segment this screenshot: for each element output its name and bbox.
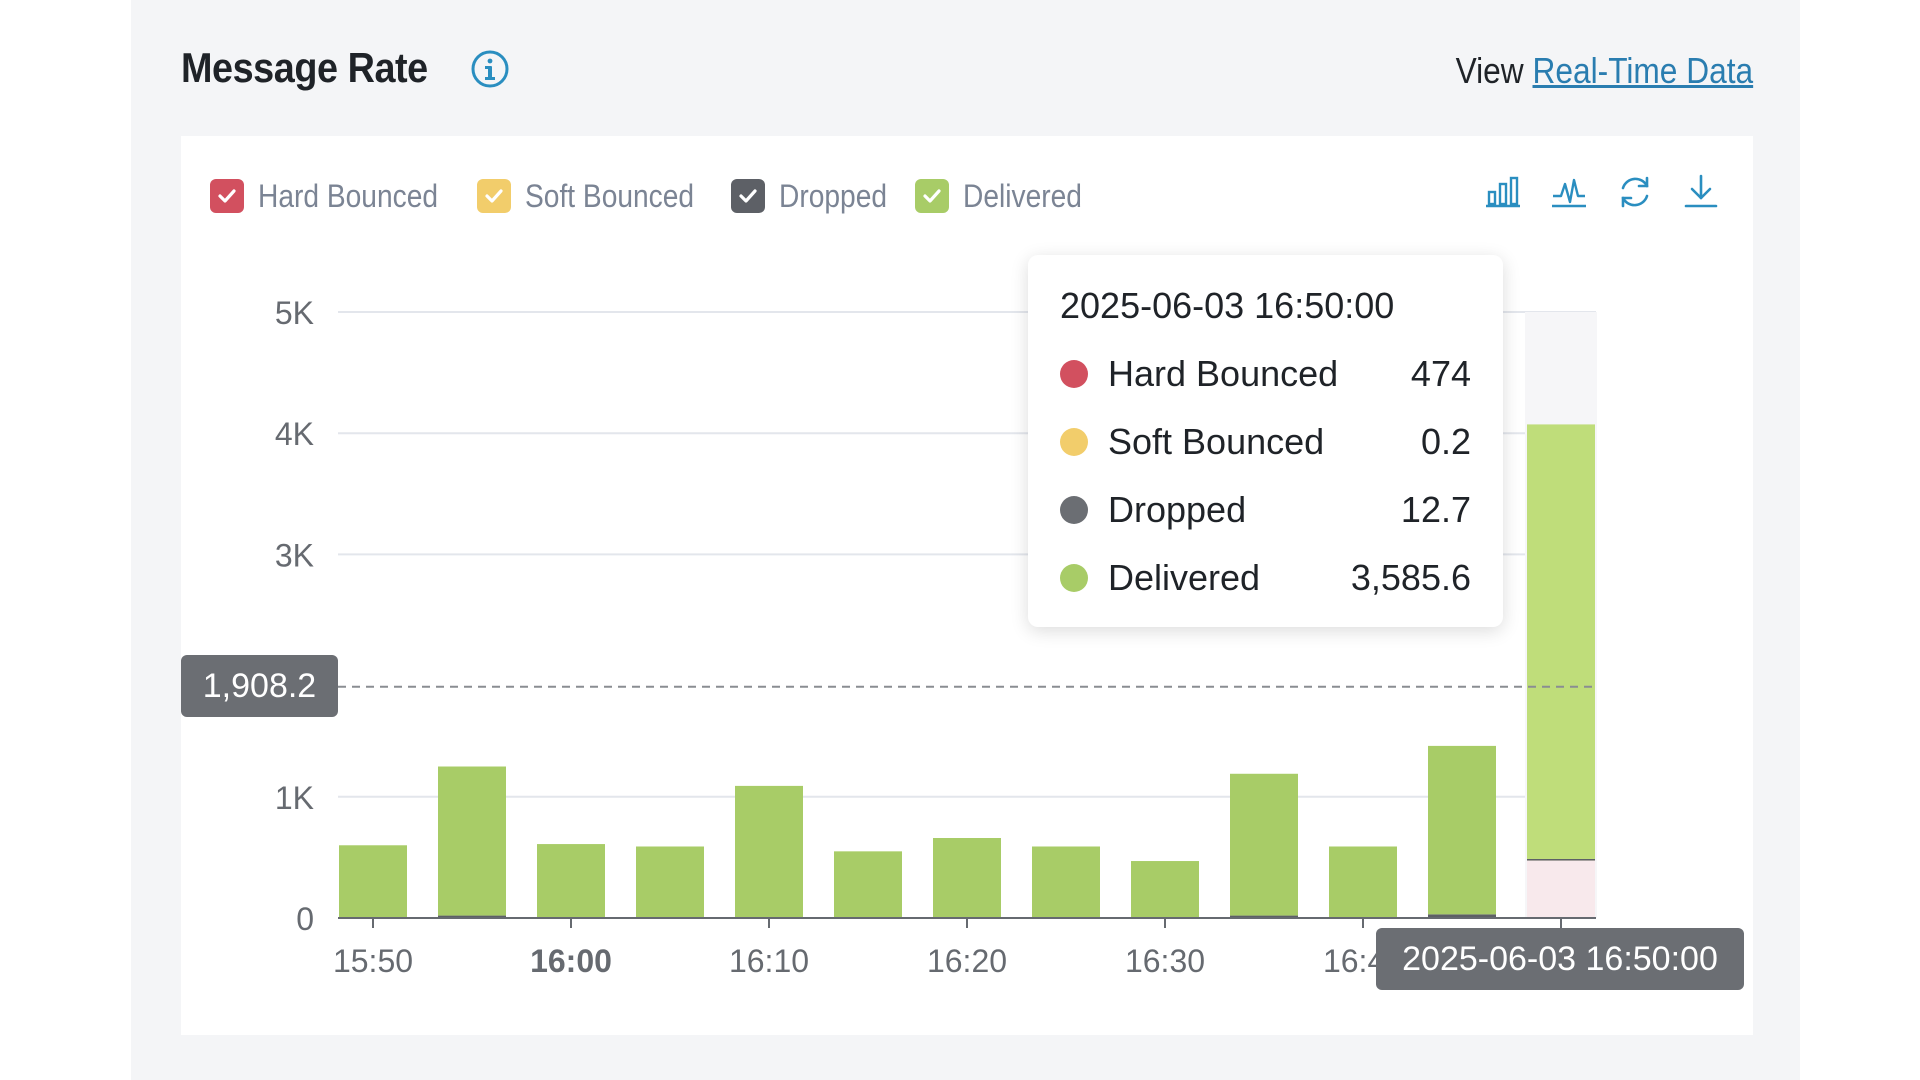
series-dot-icon: [1060, 564, 1088, 592]
tooltip-row: Hard Bounced 474: [1060, 352, 1471, 396]
bar: [636, 846, 704, 918]
y-tick-label: 1K: [275, 780, 314, 816]
message-rate-chart: 01K3K4K5K15:50 16:00 16:10 16:20 16:30 16:40: [275, 295, 1597, 979]
tooltip-time: 2025-06-03 16:50:00: [1060, 285, 1395, 326]
crosshair-x-label: 2025-06-03 16:50:00: [1376, 928, 1744, 990]
series-dot-icon: [1060, 496, 1088, 524]
tooltip-series-name: Soft Bounced: [1108, 421, 1325, 462]
y-tick-label: 0: [296, 901, 314, 937]
y-tick-label: 3K: [275, 537, 314, 573]
x-tick-label: 16:00: [530, 943, 612, 979]
bar: [438, 766, 506, 916]
x-tick-label: 15:50: [333, 943, 413, 979]
series-dot-icon: [1060, 428, 1088, 456]
bar: [1329, 846, 1397, 918]
bar: [933, 838, 1001, 918]
bar: [339, 845, 407, 918]
y-tick-label: 4K: [275, 416, 314, 452]
bar: [1131, 861, 1199, 918]
tooltip-series-name: Hard Bounced: [1108, 353, 1339, 394]
tooltip-series-value: 12.7: [1400, 489, 1471, 530]
x-tick-label: 16:20: [927, 943, 1007, 979]
bar: [537, 844, 605, 918]
tooltip-row: Delivered 3,585.6: [1060, 556, 1471, 600]
tooltip-series-value: 0.2: [1420, 421, 1471, 462]
tooltip-series-name: Dropped: [1108, 489, 1247, 530]
series-dot-icon: [1060, 360, 1088, 388]
chart-tooltip: 2025-06-03 16:50:00 Hard Bounced 474 Sof…: [1028, 255, 1503, 627]
y-tick-label: 5K: [275, 295, 314, 331]
tooltip-series-name: Delivered: [1108, 557, 1261, 598]
bar: [735, 785, 803, 918]
bar: [1230, 773, 1298, 916]
tooltip-series-value: 3,585.6: [1350, 557, 1471, 598]
tooltip-row: Soft Bounced 0.2: [1060, 420, 1471, 464]
bar: [1032, 846, 1100, 918]
bar: [1527, 860, 1595, 918]
bar: [1428, 745, 1496, 915]
bar: [1527, 424, 1595, 859]
crosshair-y-label: 1,908.2: [181, 655, 338, 717]
x-tick-label: 16:30: [1125, 943, 1205, 979]
bar: [1527, 858, 1595, 861]
tooltip-series-value: 474: [1410, 353, 1471, 394]
tooltip-row: Dropped 12.7: [1060, 488, 1471, 532]
x-tick-label: 16:10: [729, 943, 809, 979]
bar: [834, 851, 902, 918]
